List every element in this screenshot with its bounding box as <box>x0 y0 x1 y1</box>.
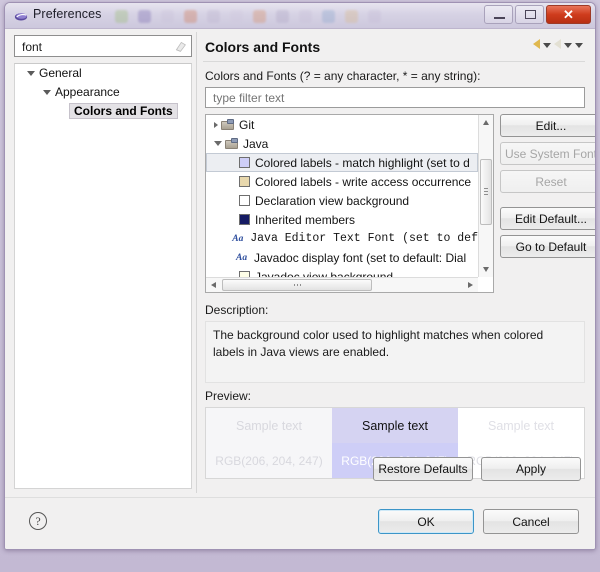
right-column: Colors and Fonts Colors and Fonts (? = a… <box>201 33 595 489</box>
list-item-label: Declaration view background <box>255 193 410 208</box>
reset-button: Reset <box>500 170 595 193</box>
list-item-label: Java Editor Text Font (set to def <box>250 232 478 245</box>
preferences-filter-box[interactable] <box>14 35 192 57</box>
screen: Preferences ✕ font General Appearance Co… <box>0 0 600 572</box>
list-item-inherited-members[interactable]: Inherited members <box>206 210 478 229</box>
preview-label: Preview: <box>205 389 252 403</box>
chevron-right-icon[interactable] <box>214 121 218 128</box>
dialog-buttons: OK Cancel <box>378 509 579 534</box>
use-system-font-button: Use System Font <box>500 142 595 165</box>
vertical-scroll-thumb[interactable] <box>480 159 492 225</box>
category-icon <box>221 118 235 131</box>
preview-sample-text: Sample text <box>235 418 302 433</box>
tree-item-label: Colors and Fonts <box>69 103 178 119</box>
scroll-up-icon[interactable] <box>483 120 489 125</box>
tree-item-label: Appearance <box>55 85 120 99</box>
help-icon[interactable]: ? <box>29 512 47 530</box>
cancel-button[interactable]: Cancel <box>483 509 579 534</box>
back-arrow-icon[interactable] <box>533 39 540 49</box>
dialog-body: General Appearance Colors and Fonts Colo… <box>5 29 595 549</box>
title-divider <box>203 61 585 62</box>
window-controls: ✕ <box>484 5 591 24</box>
page-title: Colors and Fonts <box>205 39 321 55</box>
category-icon <box>225 137 239 150</box>
tree-item-colors-and-fonts[interactable]: Colors and Fonts <box>15 102 191 121</box>
list-item-declaration-view-background[interactable]: Declaration view background <box>206 191 478 210</box>
eclipse-icon <box>14 13 28 21</box>
preview-sample-text: Sample text <box>487 418 554 433</box>
list-rows: Git Java Colored labels - match highligh… <box>206 115 478 277</box>
forward-dropdown-caret-icon[interactable] <box>564 42 572 48</box>
list-item-javadoc-display-font[interactable]: Aa Javadoc display font (set to default:… <box>206 248 478 267</box>
list-horizontal-scrollbar[interactable] <box>206 277 478 292</box>
chevron-down-icon[interactable] <box>214 140 222 149</box>
minimize-button[interactable] <box>484 5 513 24</box>
font-icon: Aa <box>232 233 244 244</box>
scroll-left-icon[interactable] <box>211 282 216 288</box>
window-title: Preferences <box>33 7 102 21</box>
preview-sample-text: Sample text <box>361 418 428 433</box>
list-item-label: Colored labels - write access occurrence <box>255 174 472 189</box>
preview-rgb-text: RGB(206, 204, 247) <box>215 453 323 468</box>
close-button[interactable]: ✕ <box>546 5 591 24</box>
list-item-label: Inherited members <box>255 212 356 227</box>
list-item-label: Javadoc view background <box>255 269 394 278</box>
preferences-filter-input[interactable] <box>20 38 170 55</box>
list-item-label: Java <box>243 136 269 151</box>
list-item-colored-labels-write-access[interactable]: Colored labels - write access occurrence <box>206 172 478 191</box>
list-item-javadoc-view-background[interactable]: Javadoc view background <box>206 267 478 277</box>
color-swatch[interactable] <box>239 195 250 206</box>
list-item-label: Javadoc display font (set to default: Di… <box>254 250 467 265</box>
ok-button[interactable]: OK <box>378 509 474 534</box>
column-divider <box>196 32 197 493</box>
left-column: General Appearance Colors and Fonts <box>14 35 192 489</box>
preferences-dialog: Preferences ✕ font General Appearance Co… <box>4 2 596 550</box>
scroll-down-icon[interactable] <box>483 267 489 272</box>
tree-item-appearance[interactable]: Appearance <box>15 83 191 102</box>
colors-filter-box[interactable] <box>205 87 585 108</box>
colors-and-fonts-list[interactable]: Git Java Colored labels - match highligh… <box>205 114 494 293</box>
maximize-button[interactable] <box>515 5 544 24</box>
dialog-footer: ? OK Cancel <box>5 497 595 549</box>
preferences-tree[interactable]: General Appearance Colors and Fonts <box>14 63 192 489</box>
forward-arrow-icon <box>554 39 561 49</box>
page-nav-icons <box>533 39 583 49</box>
apply-button[interactable]: Apply <box>481 457 581 481</box>
description-label: Description: <box>205 303 269 317</box>
title-bar: Preferences ✕ <box>5 3 595 29</box>
color-swatch[interactable] <box>239 157 250 168</box>
list-item-java-editor-text-font[interactable]: Aa Java Editor Text Font (set to def <box>206 229 478 248</box>
page-action-buttons: Restore Defaults Apply <box>373 457 581 481</box>
horizontal-scroll-thumb[interactable] <box>222 279 372 291</box>
background-ghost-icons <box>115 6 445 26</box>
list-vertical-scrollbar[interactable] <box>478 115 493 277</box>
colors-filter-input[interactable] <box>211 90 580 106</box>
list-item-git[interactable]: Git <box>206 115 478 134</box>
go-to-default-button[interactable]: Go to Default <box>500 235 595 258</box>
description-box: The background color used to highlight m… <box>205 321 585 383</box>
list-item-label: Colored labels - match highlight (set to… <box>255 155 470 170</box>
back-dropdown-caret-icon[interactable] <box>543 42 551 48</box>
font-icon: Aa <box>236 252 248 263</box>
description-text: The background color used to highlight m… <box>213 328 544 359</box>
color-swatch[interactable] <box>239 176 250 187</box>
list-item-colored-labels-match-highlight[interactable]: Colored labels - match highlight (set to… <box>206 153 478 172</box>
view-menu-caret-icon[interactable] <box>575 42 583 48</box>
tree-item-general[interactable]: General <box>15 64 191 83</box>
list-action-buttons: Edit... Use System Font Reset Edit Defau… <box>500 114 595 263</box>
tree-item-label: General <box>39 66 82 80</box>
scroll-right-icon[interactable] <box>468 282 473 288</box>
color-swatch[interactable] <box>239 214 250 225</box>
list-item-label: Git <box>239 117 255 132</box>
list-item-java[interactable]: Java <box>206 134 478 153</box>
edit-default-button[interactable]: Edit Default... <box>500 207 595 230</box>
restore-defaults-button[interactable]: Restore Defaults <box>373 457 473 481</box>
eraser-icon[interactable] <box>174 40 187 53</box>
colors-filter-label: Colors and Fonts (? = any character, * =… <box>205 69 481 83</box>
preview-cell-left: Sample text RGB(206, 204, 247) <box>206 408 332 478</box>
close-icon: ✕ <box>563 6 574 22</box>
edit-button[interactable]: Edit... <box>500 114 595 137</box>
